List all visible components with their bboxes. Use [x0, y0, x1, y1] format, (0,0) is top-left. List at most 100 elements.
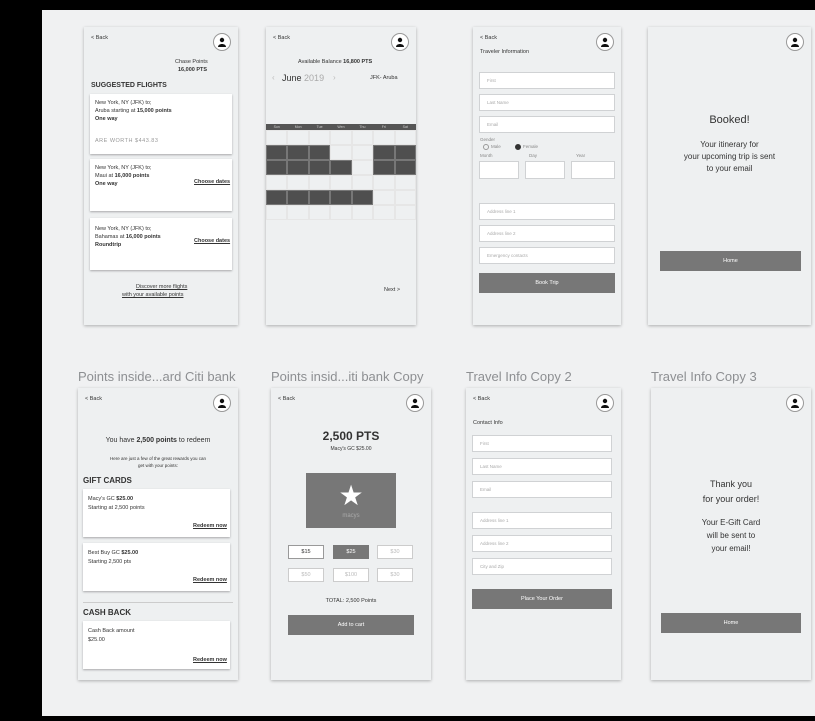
calendar-day[interactable]: [330, 160, 352, 175]
address-line-1-field[interactable]: Address line 1: [472, 512, 612, 529]
home-button[interactable]: Home: [661, 613, 801, 633]
calendar-day[interactable]: [394, 175, 416, 190]
calendar-day[interactable]: [351, 205, 374, 220]
redeem-now-link[interactable]: Redeem now: [193, 577, 227, 584]
back-link[interactable]: < Back: [85, 396, 102, 402]
avatar-icon[interactable]: [786, 394, 804, 412]
gender-male-radio[interactable]: Male: [483, 144, 501, 150]
calendar-day[interactable]: [266, 205, 288, 220]
last-name-field[interactable]: Last Name: [472, 458, 612, 475]
calendar-day[interactable]: [351, 130, 374, 145]
avatar-icon[interactable]: [786, 33, 804, 51]
calendar-day[interactable]: [308, 190, 331, 205]
calendar-day[interactable]: [394, 130, 416, 145]
calendar-day[interactable]: [351, 190, 374, 205]
avatar-icon[interactable]: [213, 33, 231, 51]
first-name-field[interactable]: First: [479, 72, 615, 89]
calendar-day[interactable]: [330, 175, 352, 190]
gift-card-item[interactable]: Best Buy GC $25.00 Starting 2,500 pts Re…: [83, 543, 230, 591]
artboard-points-citi[interactable]: < Back You have 2,500 points to redeem H…: [78, 388, 238, 680]
discover-link[interactable]: with your available points: [122, 292, 183, 299]
calendar-day[interactable]: [308, 130, 331, 145]
gender-female-radio[interactable]: Female: [515, 144, 538, 150]
calendar-day[interactable]: [373, 160, 395, 175]
flight-card[interactable]: New York, NY (JFK) to; Maui at 16,000 po…: [90, 159, 232, 211]
email-field[interactable]: Email: [479, 116, 615, 133]
address-line-2-field[interactable]: Address line 2: [472, 535, 612, 552]
calendar-day[interactable]: [373, 145, 395, 160]
calendar-day[interactable]: [330, 205, 352, 220]
flight-card[interactable]: New York, NY (JFK) to; Bahamas at 16,000…: [90, 218, 232, 270]
avatar-icon[interactable]: [406, 394, 424, 412]
amount-option[interactable]: $100: [333, 568, 369, 582]
email-field[interactable]: Email: [472, 481, 612, 498]
city-zip-field[interactable]: City and Zip: [472, 558, 612, 575]
avatar-icon[interactable]: [213, 394, 231, 412]
calendar-day[interactable]: [351, 145, 374, 160]
calendar-day[interactable]: [330, 145, 352, 160]
artboard-travel-info-copy-2[interactable]: < Back Contact Info First Last Name Emai…: [466, 388, 621, 680]
book-trip-button[interactable]: Book Trip: [479, 273, 615, 293]
calendar-day[interactable]: [266, 145, 288, 160]
calendar-day[interactable]: [287, 130, 309, 145]
home-button[interactable]: Home: [660, 251, 801, 271]
calendar-day[interactable]: [373, 190, 395, 205]
back-link[interactable]: < Back: [473, 396, 490, 402]
first-name-field[interactable]: First: [472, 435, 612, 452]
choose-dates-link[interactable]: Choose dates: [194, 179, 230, 186]
amount-option[interactable]: $50: [288, 568, 324, 582]
artboard-chase-points[interactable]: < Back Chase Points 16,000 PTS SUGGESTED…: [84, 27, 238, 325]
calendar-day[interactable]: [287, 190, 309, 205]
calendar-day[interactable]: [308, 205, 331, 220]
calendar-day[interactable]: [373, 175, 395, 190]
day-field[interactable]: [525, 161, 565, 179]
artboard-travel-info-copy-3[interactable]: Thank you for your order! Your E-Gift Ca…: [651, 388, 811, 680]
calendar-day[interactable]: [266, 160, 288, 175]
artboard-points-citi-copy[interactable]: < Back 2,500 PTS Macy's GC $25.00 ★ macy…: [271, 388, 431, 680]
amount-option[interactable]: $30: [377, 568, 413, 582]
calendar-day[interactable]: [308, 175, 331, 190]
emergency-contacts-field[interactable]: Emergency contacts: [479, 247, 615, 264]
month-field[interactable]: [479, 161, 519, 179]
back-link[interactable]: < Back: [480, 35, 497, 41]
calendar-day[interactable]: [308, 145, 331, 160]
calendar-day[interactable]: [287, 175, 309, 190]
discover-link[interactable]: Discover more flights: [136, 284, 187, 291]
add-to-cart-button[interactable]: Add to cart: [288, 615, 414, 635]
address-line-1-field[interactable]: Address line 1: [479, 203, 615, 220]
artboard-calendar[interactable]: < Back Available Balance 16,800 PTS ‹ Ju…: [266, 27, 416, 325]
year-field[interactable]: [571, 161, 615, 179]
avatar-icon[interactable]: [391, 33, 409, 51]
cash-back-item[interactable]: Cash Back amount $25.00 Redeem now: [83, 621, 230, 669]
redeem-now-link[interactable]: Redeem now: [193, 657, 227, 664]
gift-card-item[interactable]: Macy's GC $25.00 Starting at 2,500 point…: [83, 489, 230, 537]
calendar-day[interactable]: [394, 190, 416, 205]
calendar-day[interactable]: [373, 130, 395, 145]
avatar-icon[interactable]: [596, 394, 614, 412]
last-name-field[interactable]: Last Name: [479, 94, 615, 111]
calendar-day[interactable]: [308, 160, 331, 175]
avatar-icon[interactable]: [596, 33, 614, 51]
artboard-booked[interactable]: Booked! Your itinerary for your upcoming…: [648, 27, 811, 325]
calendar-day[interactable]: [330, 130, 352, 145]
redeem-now-link[interactable]: Redeem now: [193, 523, 227, 530]
choose-dates-link[interactable]: Choose dates: [194, 238, 230, 245]
calendar-day[interactable]: [287, 145, 309, 160]
calendar-day[interactable]: [266, 130, 288, 145]
calendar-day[interactable]: [330, 190, 352, 205]
next-month-arrow[interactable]: ›: [333, 73, 336, 84]
calendar-day[interactable]: [266, 175, 288, 190]
calendar-day[interactable]: [351, 175, 374, 190]
flight-card[interactable]: New York, NY (JFK) to; Aruba starting at…: [90, 94, 232, 154]
artboard-traveler-info[interactable]: < Back Traveler Information First Last N…: [473, 27, 621, 325]
back-link[interactable]: < Back: [273, 35, 290, 41]
calendar-day[interactable]: [351, 160, 374, 175]
back-link[interactable]: < Back: [91, 35, 108, 41]
calendar-day[interactable]: [287, 160, 309, 175]
calendar-day[interactable]: [394, 205, 416, 220]
amount-option[interactable]: $30: [377, 545, 413, 559]
calendar-day[interactable]: [266, 190, 288, 205]
place-order-button[interactable]: Place Your Order: [472, 589, 612, 609]
amount-option-selected[interactable]: $25: [333, 545, 369, 559]
amount-option[interactable]: $15: [288, 545, 324, 559]
